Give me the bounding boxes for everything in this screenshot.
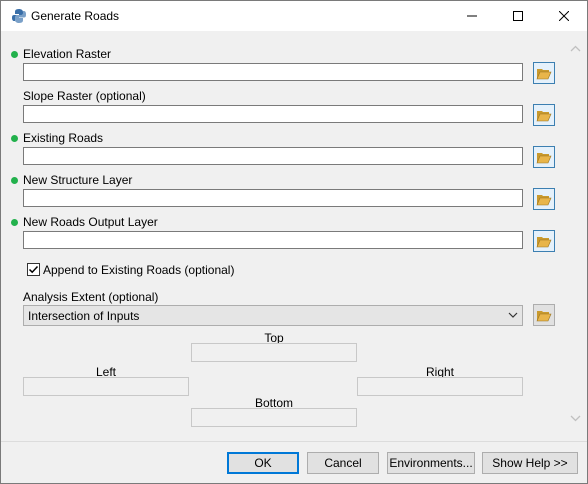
existing-roads-browse-button[interactable]	[533, 146, 555, 168]
extent-left-field	[23, 377, 189, 396]
open-folder-icon	[536, 195, 552, 206]
extent-bottom-field	[191, 408, 357, 427]
required-indicator	[11, 135, 18, 142]
maximize-icon	[513, 11, 523, 21]
new-structure-layer-label: New Structure Layer	[23, 173, 133, 187]
title-bar: Generate Roads	[1, 1, 587, 31]
window-title: Generate Roads	[31, 9, 120, 23]
new-structure-layer-input[interactable]	[23, 189, 523, 207]
python-script-icon	[11, 8, 27, 24]
open-folder-icon	[536, 237, 552, 248]
analysis-extent-select[interactable]: Intersection of Inputs	[23, 305, 523, 326]
elevation-raster-browse-button[interactable]	[533, 62, 555, 84]
ok-button[interactable]: OK	[227, 452, 299, 474]
extent-top-field	[191, 343, 357, 362]
close-button[interactable]	[541, 1, 587, 31]
new-roads-output-layer-browse-button[interactable]	[533, 230, 555, 252]
analysis-extent-value: Intersection of Inputs	[28, 309, 140, 323]
environments-button[interactable]: Environments...	[387, 452, 475, 474]
minimize-button[interactable]	[449, 1, 495, 31]
chevron-down-icon	[508, 312, 518, 318]
open-folder-icon	[536, 111, 552, 122]
existing-roads-label: Existing Roads	[23, 131, 104, 145]
append-existing-roads-label: Append to Existing Roads (optional)	[43, 263, 235, 277]
required-indicator	[11, 177, 18, 184]
scroll-down-icon[interactable]	[567, 411, 584, 425]
new-structure-layer-browse-button[interactable]	[533, 188, 555, 210]
minimize-icon	[467, 15, 477, 17]
checkmark-icon	[28, 265, 39, 274]
scroll-up-icon[interactable]	[567, 42, 584, 56]
parameters-panel: Elevation Raster Slope Raster (optional)…	[1, 32, 587, 441]
close-icon	[559, 11, 569, 21]
vertical-scrollbar[interactable]	[567, 42, 584, 437]
new-roads-output-layer-input[interactable]	[23, 231, 523, 249]
existing-roads-input[interactable]	[23, 147, 523, 165]
dialog-footer: OK Cancel Environments... Show Help >>	[1, 441, 587, 483]
analysis-extent-browse-button[interactable]	[533, 304, 555, 326]
slope-raster-input[interactable]	[23, 105, 523, 123]
elevation-raster-label: Elevation Raster	[23, 47, 112, 61]
slope-raster-browse-button[interactable]	[533, 104, 555, 126]
analysis-extent-label: Analysis Extent (optional)	[23, 290, 159, 304]
slope-raster-label: Slope Raster (optional)	[23, 89, 146, 103]
cancel-button[interactable]: Cancel	[307, 452, 379, 474]
open-folder-icon	[536, 69, 552, 80]
open-folder-icon	[536, 311, 552, 322]
required-indicator	[11, 51, 18, 58]
new-roads-output-layer-label: New Roads Output Layer	[23, 215, 158, 229]
required-indicator	[11, 219, 18, 226]
elevation-raster-input[interactable]	[23, 63, 523, 81]
open-folder-icon	[536, 153, 552, 164]
show-help-button[interactable]: Show Help >>	[482, 452, 578, 474]
append-existing-roads-checkbox[interactable]	[27, 263, 40, 276]
generate-roads-dialog: Generate Roads Elevation Raster Slope Ra…	[0, 0, 588, 484]
maximize-button[interactable]	[495, 1, 541, 31]
extent-right-field	[357, 377, 523, 396]
